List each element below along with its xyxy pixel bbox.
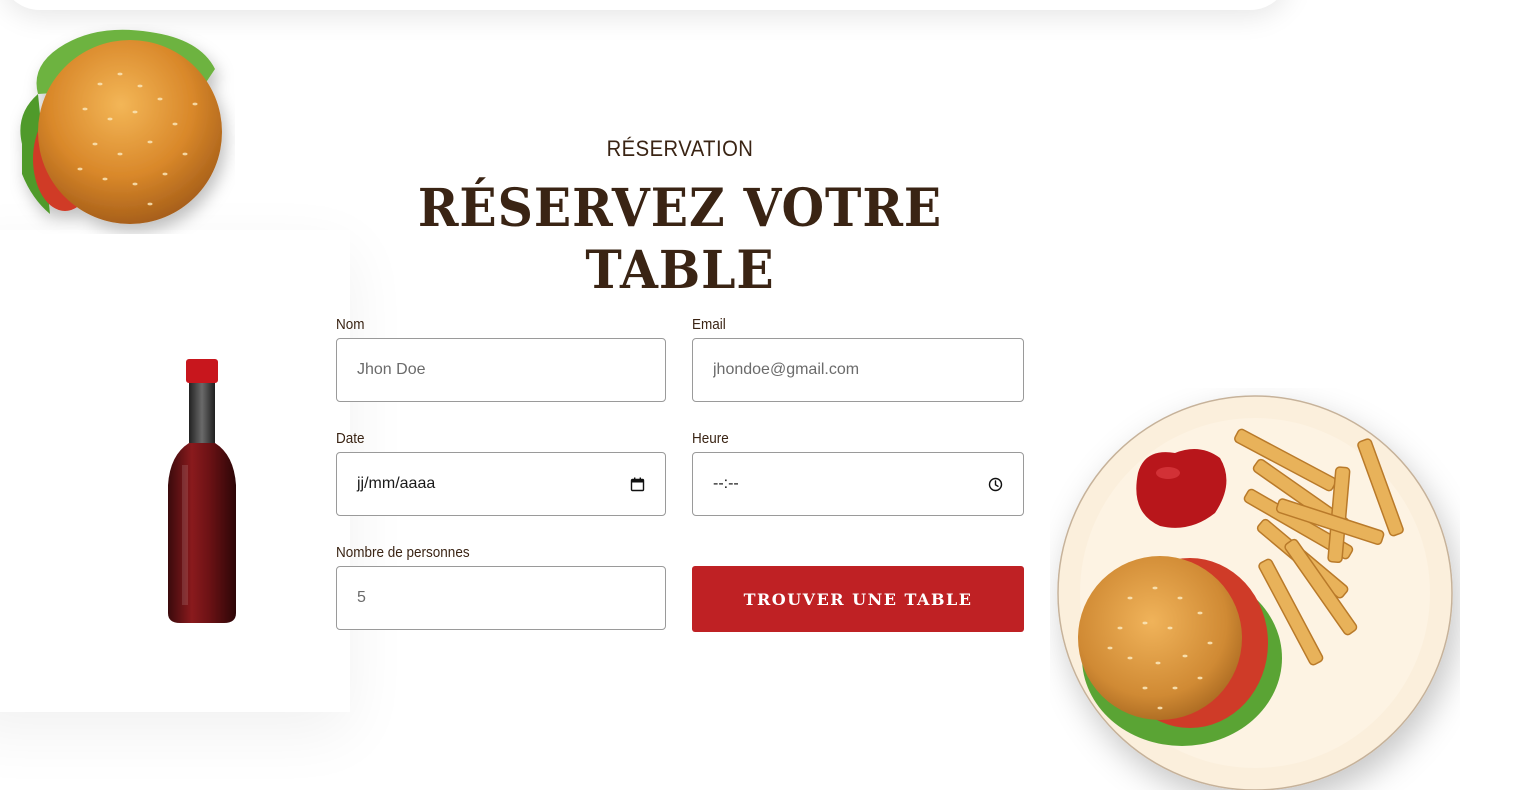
burger-image [20,29,222,224]
time-value: --:-- [713,475,739,492]
top-shadow-band [0,0,1290,10]
email-field-box [692,338,1024,402]
date-input[interactable]: jj/mm/aaaa [336,452,666,516]
time-label: Heure [692,430,729,447]
reservation-page: RÉSERVATION RÉSERVEZ VOTRE TABLE Nom Ema… [0,0,1527,790]
name-label: Nom [336,316,365,333]
date-value: jj/mm/aaaa [357,475,436,492]
section-eyebrow: RÉSERVATION [606,136,754,161]
name-input[interactable] [357,361,645,379]
calendar-icon[interactable] [629,476,645,492]
date-label: Date [336,430,365,447]
email-label: Email [692,316,726,333]
find-table-button[interactable]: TROUVER UNE TABLE [692,566,1024,632]
hot-sauce-bottle-image [168,359,236,623]
burger-and-fries-plate-image [1057,395,1453,790]
email-input[interactable] [713,361,1003,379]
name-field-box [336,338,666,402]
time-input[interactable]: --:-- [692,452,1024,516]
guests-input[interactable] [357,589,645,607]
guests-field-box [336,566,666,630]
guests-label: Nombre de personnes [336,544,470,561]
section-title: RÉSERVEZ VOTRE TABLE [417,178,943,301]
clock-icon[interactable] [987,476,1003,492]
